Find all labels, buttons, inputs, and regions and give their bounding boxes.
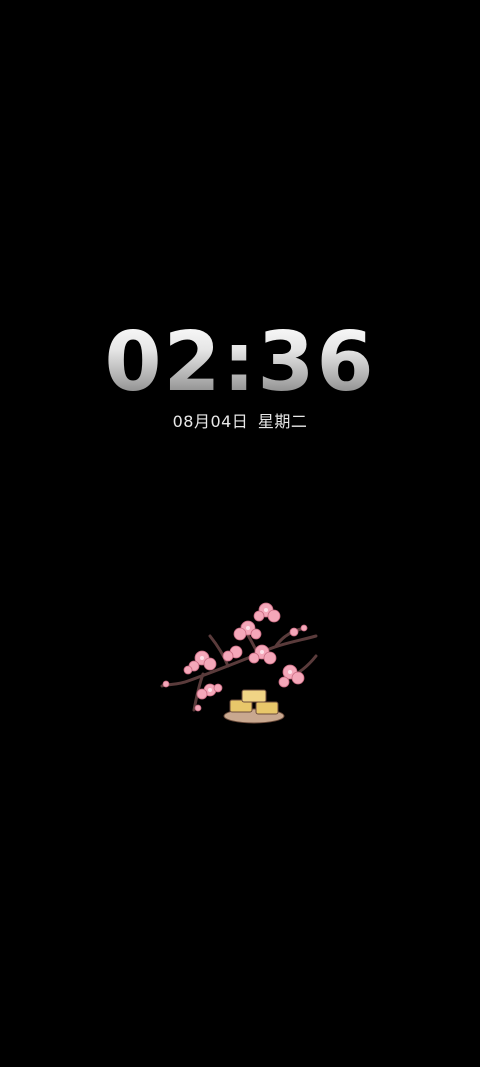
clock-date: 08月04日 bbox=[172, 412, 249, 431]
clock-weekday: 星期二 bbox=[257, 412, 308, 431]
clock-time: 02:36 bbox=[0, 318, 480, 408]
lock-screen: 02:36 08月04日 星期二 bbox=[0, 0, 480, 1067]
clock-date-line: 08月04日 星期二 bbox=[0, 411, 480, 433]
cherry-blossom-icon bbox=[158, 596, 320, 728]
